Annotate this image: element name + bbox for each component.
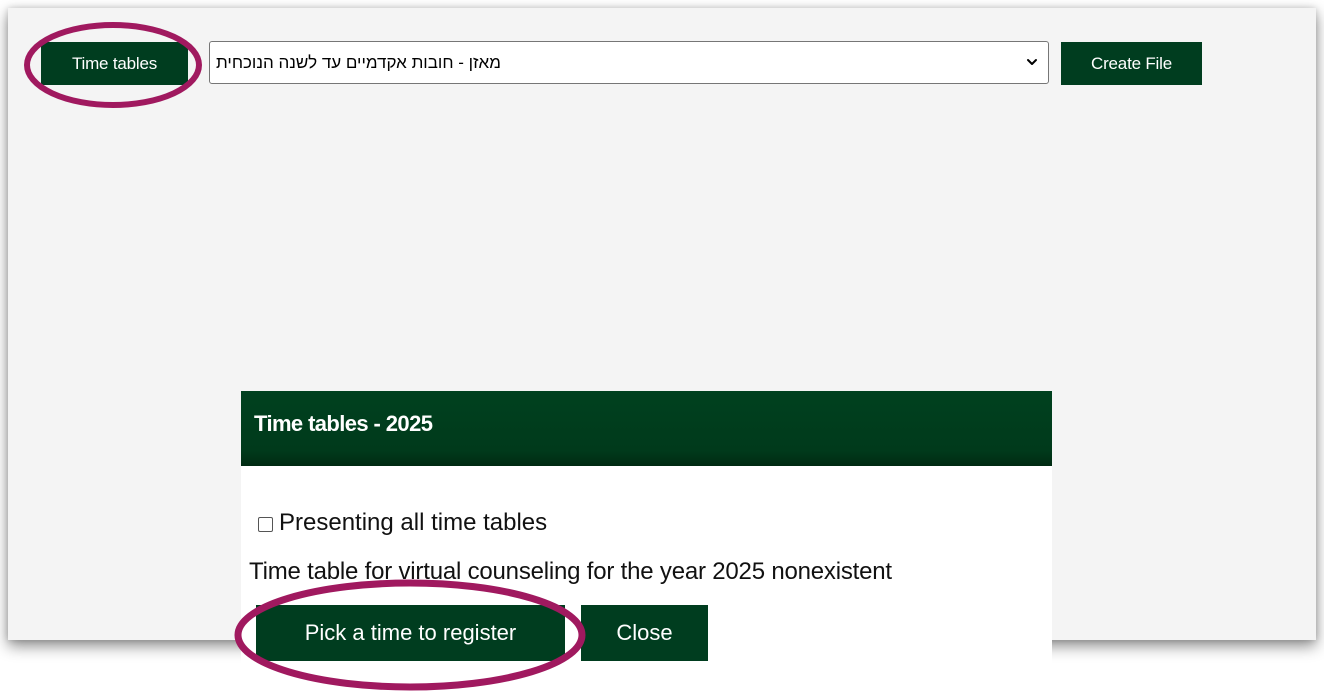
pick-time-button[interactable]: Pick a time to register	[256, 605, 565, 661]
time-tables-dialog: Time tables - 2025 Presenting all time t…	[241, 391, 1052, 675]
report-select[interactable]: מאזן - חובות אקדמיים עד לשנה הנוכחית	[209, 41, 1049, 84]
dialog-header: Time tables - 2025	[241, 391, 1052, 466]
nonexistent-message: Time table for virtual counseling for th…	[249, 558, 892, 585]
time-tables-button[interactable]: Time tables	[41, 42, 188, 85]
show-all-checkbox[interactable]	[258, 516, 273, 532]
dialog-title: Time tables - 2025	[254, 411, 433, 436]
report-select-value: מאזן - חובות אקדמיים עד לשנה הנוכחית	[216, 53, 501, 72]
create-file-button[interactable]: Create File	[1061, 42, 1202, 85]
close-button[interactable]: Close	[581, 605, 708, 661]
show-all-row[interactable]: Presenting all time tables	[258, 509, 547, 537]
show-all-label: Presenting all time tables	[279, 509, 548, 536]
chevron-down-icon	[1027, 59, 1037, 65]
